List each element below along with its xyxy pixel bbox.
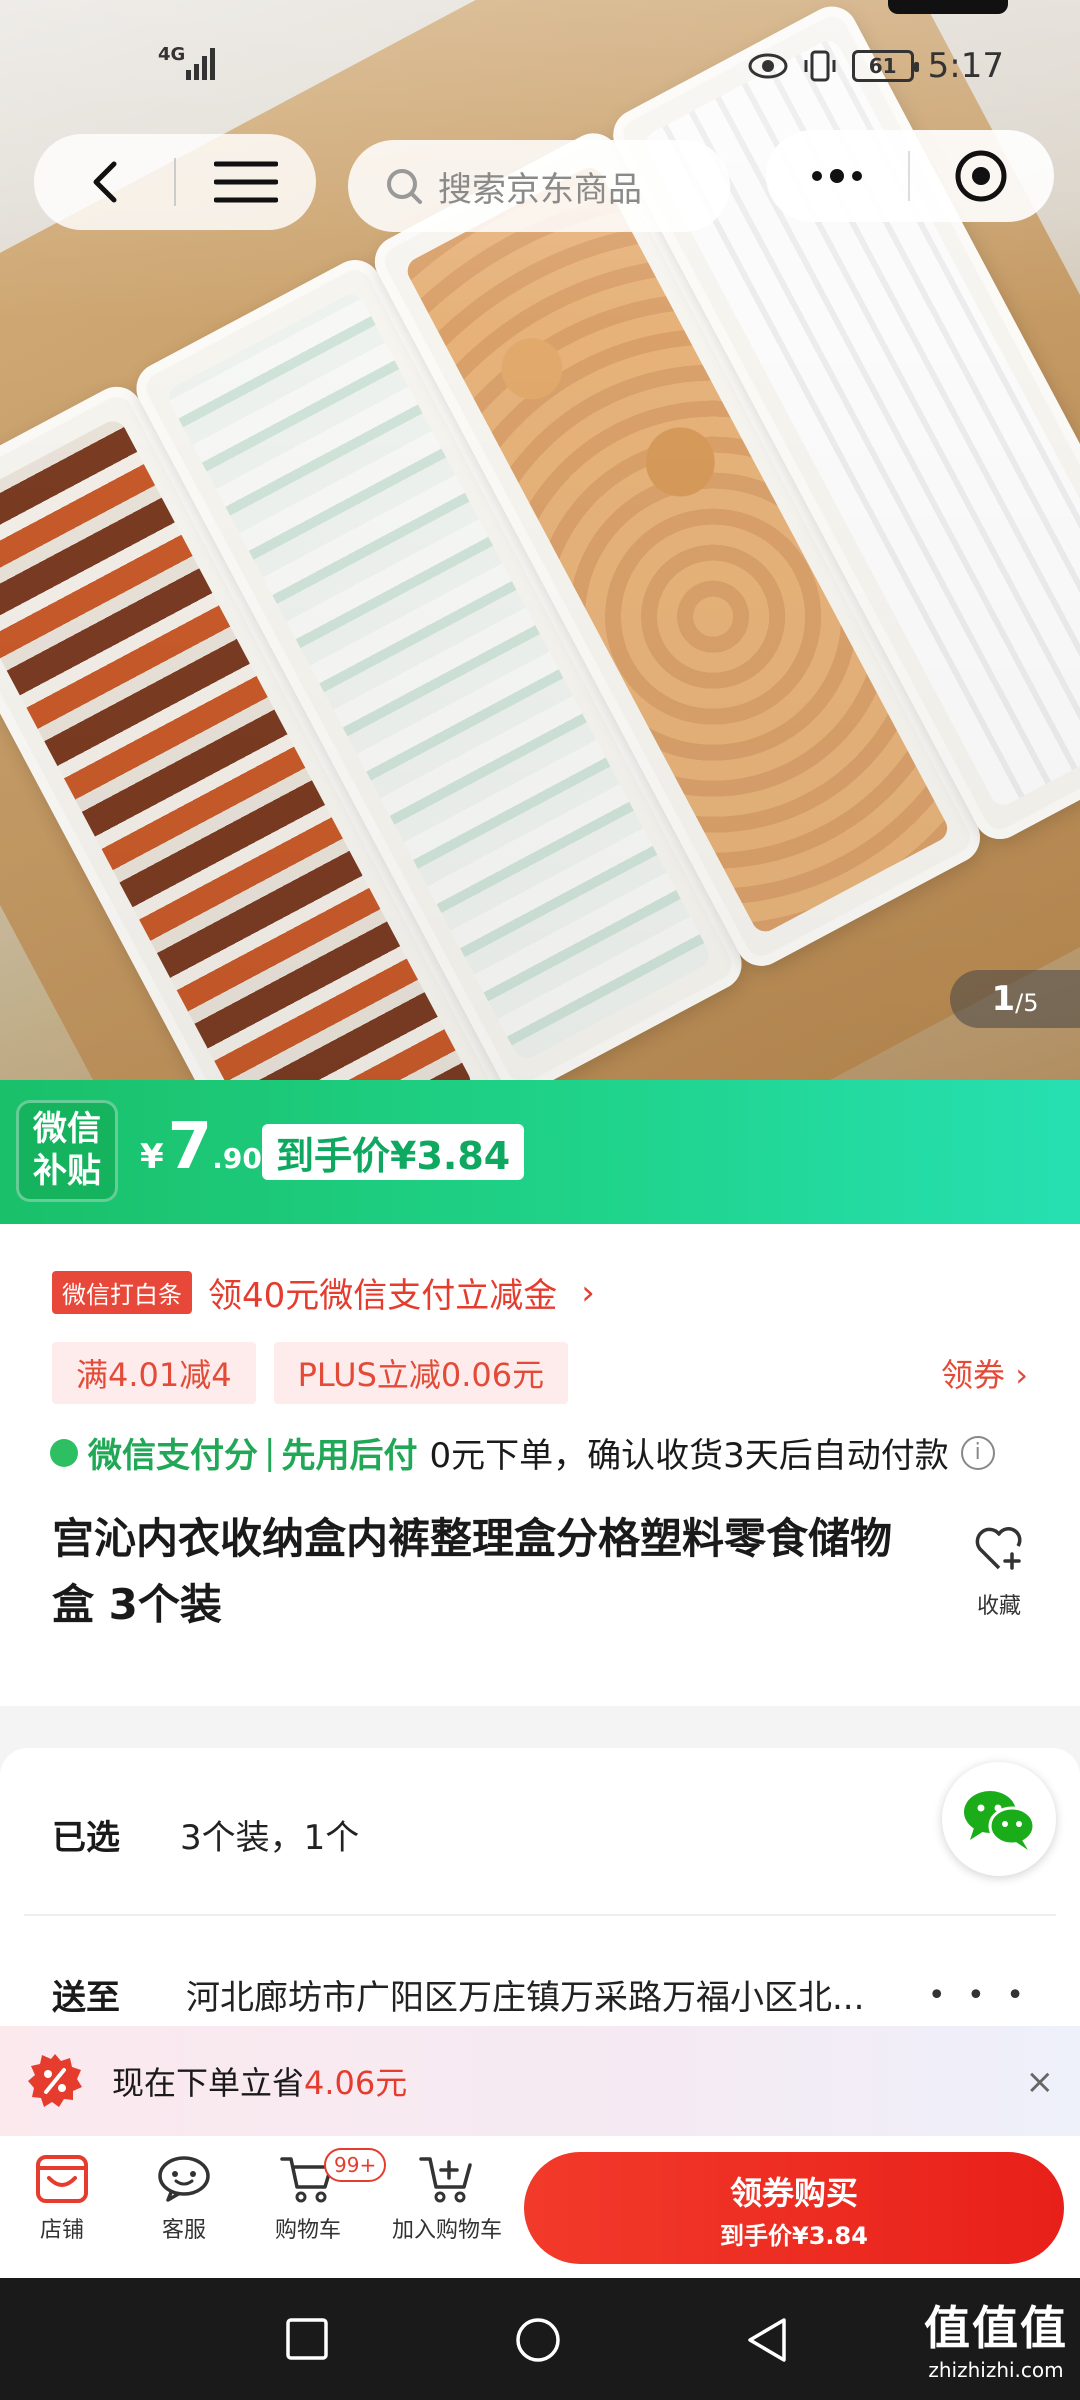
service-label: 客服 <box>161 2218 206 2243</box>
savings-text: 现在下单立省4.06元 <box>112 2058 407 2104</box>
store-button[interactable]: 店铺 <box>2 2154 122 2244</box>
hamburger-icon <box>214 161 278 203</box>
savings-amount: 4.06元 <box>304 2064 408 2102</box>
network-type: 4G <box>158 44 186 65</box>
search-input[interactable]: 搜索京东商品 <box>348 140 730 232</box>
badge-line1: 微信 <box>33 1109 101 1149</box>
price-banner: 微信 补贴 ¥ 7 .90 到手价¥3.84 <box>0 1080 1080 1224</box>
watermark-logo: 值值值 zhizhizhi.com <box>924 2292 1068 2382</box>
watermark-site: zhizhizhi.com <box>928 2358 1064 2382</box>
wechat-subsidy-badge: 微信 补贴 <box>16 1100 118 1202</box>
store-icon <box>36 2155 88 2203</box>
notch-pill <box>888 0 1008 14</box>
target-icon <box>955 150 1007 202</box>
selected-spec-row[interactable]: 已选 3个装，1个 <box>52 1810 359 1859</box>
recents-icon[interactable] <box>284 2316 330 2362</box>
coupon-tag[interactable]: 满4.01减4 <box>52 1342 256 1404</box>
back-arrow-icon <box>93 161 117 203</box>
wechat-promo[interactable]: 微信打白条 领40元微信支付立减金 › <box>52 1268 595 1317</box>
store-label: 店铺 <box>39 2218 84 2243</box>
discount-badge-icon <box>28 2054 82 2107</box>
home-icon[interactable] <box>514 2316 562 2364</box>
buy-price: 到手价¥3.84 <box>720 2222 868 2250</box>
wechat-icon <box>964 1791 1036 1850</box>
more-dots-icon <box>812 169 862 183</box>
pay-later-separator: | <box>264 1432 276 1473</box>
miniprogram-capsule <box>766 130 1054 222</box>
get-coupon-link[interactable]: 领券 › <box>941 1350 1028 1396</box>
battery-level: 61 <box>868 54 897 78</box>
bottom-action-bar: 店铺 客服 购物车 99+ 加入购物车 领券购买 到手价¥3.84 <box>0 2136 1080 2278</box>
final-price-tag: 到手价¥3.84 <box>262 1124 525 1180</box>
currency-symbol: ¥ <box>140 1137 164 1177</box>
price-decimal: .90 <box>212 1142 262 1175</box>
wechat-share-button[interactable] <box>942 1762 1056 1876</box>
chevron-right-icon: › <box>581 1272 595 1313</box>
pay-later-desc: 0元下单，确认收货3天后自动付款 <box>429 1436 949 1476</box>
product-info-card: 微信打白条 领40元微信支付立减金 › 满4.01减4 PLUS立减0.06元 … <box>0 1224 1080 1706</box>
chat-face-icon <box>158 2156 210 2202</box>
divider <box>24 1914 1056 1916</box>
savings-prefix: 现在下单立省 <box>112 2064 305 2102</box>
wechat-pay-score-icon <box>50 1438 78 1467</box>
watermark-text: 值值值 <box>924 2301 1068 2355</box>
promo-text: 领40元微信支付立减金 <box>208 1276 558 1316</box>
eye-icon <box>748 53 788 79</box>
coupon-list: 满4.01减4 PLUS立减0.06元 <box>52 1342 569 1404</box>
more-dots-icon[interactable]: • • • <box>928 1978 1030 2013</box>
badge-line2: 补贴 <box>33 1151 101 1191</box>
coupon-tag[interactable]: PLUS立减0.06元 <box>273 1342 569 1404</box>
menu-button[interactable] <box>176 134 316 230</box>
coupon-buy-button[interactable]: 领券购买 到手价¥3.84 <box>524 2152 1064 2264</box>
pay-score-brand: 微信支付分 <box>88 1436 258 1476</box>
back-button[interactable] <box>34 134 174 230</box>
more-button[interactable] <box>766 130 908 222</box>
image-counter-current: 1 <box>991 979 1016 1019</box>
promo-tag: 微信打白条 <box>52 1271 192 1314</box>
close-icon[interactable]: × <box>1026 2062 1055 2102</box>
image-counter: 1/5 <box>950 970 1080 1028</box>
favorite-label: 收藏 <box>976 1594 1021 1619</box>
pay-later-label: 先用后付 <box>281 1436 418 1476</box>
heart-plus-icon <box>975 1527 1022 1570</box>
pay-later-row[interactable]: 微信支付分 | 先用后付 0元下单，确认收货3天后自动付款 i <box>50 1428 1040 1477</box>
product-title: 宫沁内衣收纳盒内裤整理盒分格塑料零食储物盒 3个装 <box>52 1514 893 1629</box>
shipping-address-row[interactable]: 送至 河北廊坊市广阳区万庄镇万采路万福小区北... <box>52 1970 926 2019</box>
info-icon[interactable]: i <box>960 1435 995 1470</box>
nav-capsule <box>34 134 316 230</box>
ship-label: 送至 <box>52 1978 120 2018</box>
status-bar: 4G 61 5:17 <box>0 0 1080 130</box>
cart-count-badge: 99+ <box>324 2148 387 2182</box>
add-cart-icon <box>419 2157 472 2203</box>
battery-icon: 61 <box>851 50 919 82</box>
savings-banner[interactable]: 现在下单立省4.06元 × <box>0 2026 1080 2136</box>
signal-icon <box>186 48 216 80</box>
favorite-button[interactable]: 收藏 <box>964 1522 1034 1620</box>
clock: 5:17 <box>927 46 1004 86</box>
image-counter-total: /5 <box>1015 989 1039 1017</box>
add-to-cart-button[interactable]: 加入购物车 <box>382 2154 512 2244</box>
price: ¥ 7 .90 <box>140 1110 262 1184</box>
price-integer: 7 <box>167 1110 213 1184</box>
back-icon[interactable] <box>744 2316 790 2364</box>
selected-label: 已选 <box>52 1818 120 1858</box>
search-icon <box>387 169 422 204</box>
buy-label: 领券购买 <box>729 2174 858 2212</box>
ship-address: 河北廊坊市广阳区万庄镇万采路万福小区北... <box>186 1978 865 2018</box>
add-cart-label: 加入购物车 <box>391 2218 502 2243</box>
selected-value: 3个装，1个 <box>180 1818 360 1858</box>
close-miniprogram-button[interactable] <box>910 130 1052 222</box>
vibrate-icon <box>804 50 836 82</box>
cart-label: 购物车 <box>274 2218 341 2243</box>
search-placeholder: 搜索京东商品 <box>438 169 642 210</box>
system-nav-bar: 值值值 zhizhizhi.com <box>0 2278 1080 2400</box>
customer-service-button[interactable]: 客服 <box>124 2154 244 2244</box>
